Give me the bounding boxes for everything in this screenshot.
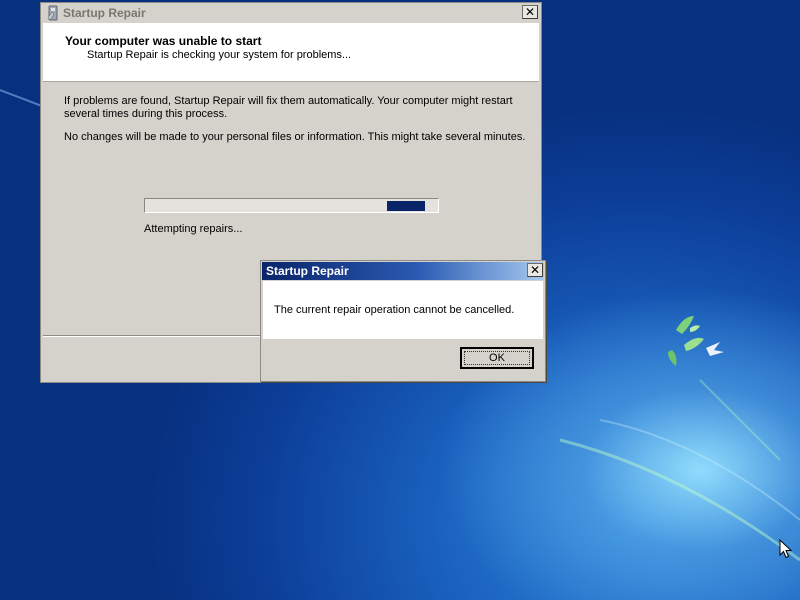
startup-repair-icon — [47, 5, 58, 21]
header-subtitle: Startup Repair is checking your system f… — [87, 49, 352, 61]
info-paragraph-2: No changes will be made to your personal… — [64, 131, 526, 143]
header-title: Your computer was unable to start — [65, 34, 262, 48]
header-panel: Your computer was unable to start Startu… — [43, 23, 539, 82]
status-text: Attempting repairs... — [144, 223, 243, 235]
close-button[interactable]: ✕ — [522, 5, 538, 19]
close-icon: ✕ — [529, 263, 541, 277]
dialog-body: The current repair operation cannot be c… — [263, 281, 543, 339]
windows-fish-logo-icon — [668, 316, 724, 366]
dialog-message: The current repair operation cannot be c… — [274, 304, 515, 316]
close-icon: ✕ — [524, 5, 536, 19]
window-titlebar[interactable]: Startup Repair ✕ — [41, 3, 541, 23]
window-title: Startup Repair — [63, 6, 146, 20]
arrow-cursor-icon — [779, 539, 792, 559]
dialog-titlebar[interactable]: Startup Repair ✕ — [262, 262, 544, 280]
info-paragraph-1: If problems are found, Startup Repair wi… — [64, 95, 513, 120]
ok-button-label: OK — [489, 352, 505, 364]
progress-marquee-block — [387, 201, 425, 211]
ok-button[interactable]: OK — [460, 347, 534, 369]
dialog-title: Startup Repair — [266, 264, 349, 278]
dialog-close-button[interactable]: ✕ — [527, 263, 543, 277]
cancel-warning-dialog: Startup Repair ✕ The current repair oper… — [260, 260, 546, 382]
progress-bar — [144, 198, 439, 213]
